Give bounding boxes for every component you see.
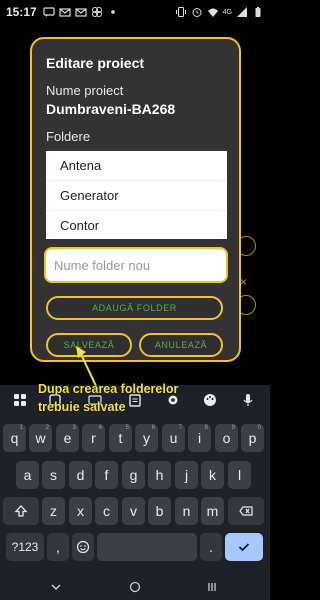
key-t[interactable]: t5 — [109, 424, 132, 452]
pinwheel-icon — [91, 7, 102, 17]
home-icon[interactable] — [128, 580, 142, 594]
folder-item[interactable]: Contor — [46, 211, 227, 239]
emoji-key[interactable] — [72, 533, 94, 561]
network-type: 4G — [222, 8, 232, 16]
period-key[interactable]: . — [200, 533, 222, 561]
shift-icon — [14, 505, 28, 517]
key-j[interactable]: j — [175, 461, 198, 489]
numbers-key[interactable]: ?123 — [6, 533, 44, 561]
folder-list[interactable]: Antena Generator Contor — [46, 151, 227, 239]
key-y[interactable]: y6 — [135, 424, 158, 452]
background-close-icon: × — [240, 275, 248, 289]
system-icons: 4G — [175, 6, 264, 18]
recents-icon[interactable] — [205, 580, 219, 594]
status-time: 15:17 — [6, 5, 37, 19]
key-i[interactable]: i8 — [188, 424, 211, 452]
annotation-text: Dupa crearea folderelor trebuie salvate — [38, 382, 179, 414]
keyboard-down-icon[interactable] — [49, 580, 63, 594]
key-a[interactable]: a — [16, 461, 39, 489]
mail-icon — [75, 8, 87, 17]
key-d[interactable]: d — [69, 461, 92, 489]
folders-label: Foldere — [46, 129, 91, 144]
project-name-value: Dumbraveni-BA268 — [46, 101, 176, 117]
key-c[interactable]: c — [95, 497, 118, 525]
key-p[interactable]: p0 — [241, 424, 264, 452]
check-icon — [238, 543, 250, 552]
key-r[interactable]: r4 — [82, 424, 105, 452]
shift-key[interactable] — [3, 497, 39, 525]
alarm-icon — [192, 8, 202, 17]
key-l[interactable]: l — [228, 461, 251, 489]
apps-icon[interactable] — [12, 392, 28, 408]
dialog-title: Editare proiect — [46, 55, 145, 71]
backspace-icon — [239, 506, 253, 516]
mic-icon[interactable] — [240, 392, 256, 408]
key-m[interactable]: m — [201, 497, 224, 525]
battery-icon — [255, 7, 261, 17]
dot-icon — [110, 10, 115, 14]
key-b[interactable]: b — [148, 497, 171, 525]
mail-icon — [59, 8, 71, 17]
folder-item[interactable]: Generator — [46, 181, 227, 211]
space-key[interactable] — [97, 533, 197, 561]
key-e[interactable]: e3 — [56, 424, 79, 452]
folder-item[interactable]: Antena — [46, 151, 227, 181]
cancel-button[interactable]: ANULEAZĂ — [139, 333, 223, 357]
key-h[interactable]: h — [148, 461, 171, 489]
key-q[interactable]: q1 — [3, 424, 26, 452]
wifi-icon — [207, 8, 218, 17]
enter-key[interactable] — [225, 533, 263, 561]
project-name-label: Nume proiect — [46, 83, 124, 98]
emoji-icon — [76, 540, 90, 554]
navigation-bar — [0, 575, 270, 600]
key-k[interactable]: k — [201, 461, 224, 489]
key-x[interactable]: x — [69, 497, 92, 525]
save-button[interactable]: SALVEAZĂ — [46, 333, 132, 357]
edit-project-dialog: Editare proiect Nume proiect Dumbraveni-… — [30, 37, 241, 362]
key-g[interactable]: g — [122, 461, 145, 489]
vibrate-icon — [175, 7, 186, 17]
key-v[interactable]: v — [122, 497, 145, 525]
backspace-key[interactable] — [228, 497, 264, 525]
new-folder-input[interactable] — [44, 247, 228, 283]
key-n[interactable]: n — [175, 497, 198, 525]
key-f[interactable]: f — [95, 461, 118, 489]
notification-icons — [43, 6, 119, 18]
key-s[interactable]: s — [42, 461, 65, 489]
key-w[interactable]: w2 — [29, 424, 52, 452]
status-bar: 15:17 4G — [0, 0, 270, 24]
add-folder-button[interactable]: ADAUGĂ FOLDER — [46, 296, 223, 320]
key-z[interactable]: z — [42, 497, 65, 525]
signal-icon — [237, 7, 247, 17]
key-u[interactable]: u7 — [162, 424, 185, 452]
comma-key[interactable]: , — [47, 533, 69, 561]
message-icon — [43, 7, 55, 17]
key-o[interactable]: o9 — [215, 424, 238, 452]
